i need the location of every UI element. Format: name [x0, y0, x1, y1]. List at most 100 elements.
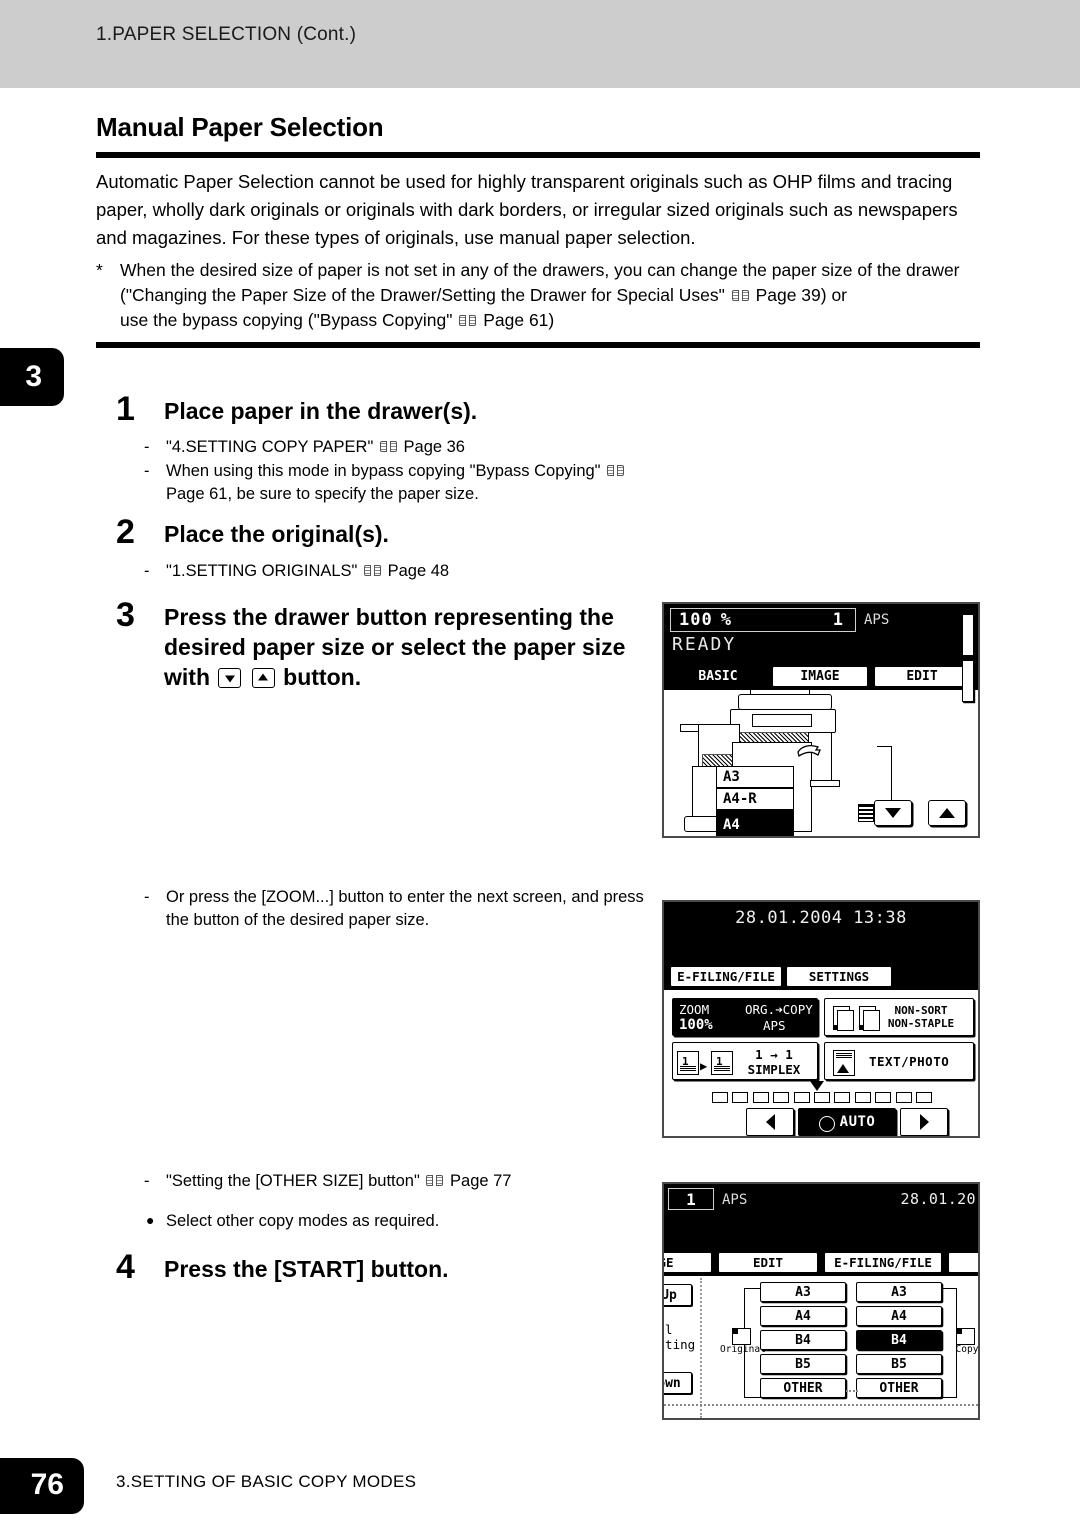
step-3-heading-line3-post: button. [283, 664, 362, 690]
tab-edit[interactable]: EDIT [874, 666, 970, 687]
copy-doc-icon [956, 1328, 975, 1345]
book-icon [731, 290, 749, 302]
lcd3-date: 28.01.20 [900, 1190, 976, 1208]
step-3-other-note: - "Setting the [OTHER SIZE] button" Page… [144, 1170, 654, 1194]
list-item: - "4.SETTING COPY PAPER" Page 36 [144, 436, 664, 459]
original-size-other[interactable]: OTHER [760, 1378, 846, 1398]
other-link-dotted [846, 1390, 858, 1392]
zoom-button-label: ZOOM [679, 1002, 710, 1017]
paper-size-arrow-keys [868, 800, 966, 826]
page-number: 76 [30, 1468, 64, 1501]
step-3-bullet-text: Select other copy modes as required. [166, 1212, 440, 1230]
note-page-ref-2: Page 61) [483, 310, 555, 330]
up-arrow-button[interactable] [928, 800, 966, 826]
copy-size-b4[interactable]: B4 [856, 1330, 942, 1350]
density-auto-label: AUTO [839, 1114, 876, 1130]
tab-image-partial[interactable]: GE [664, 1252, 712, 1273]
tab-settings[interactable]: SETTINGS [786, 966, 892, 987]
finisher-label-line1: NON-SORT [894, 1004, 948, 1017]
copy-size-b5[interactable]: B5 [856, 1354, 942, 1374]
book-icon [379, 441, 397, 453]
dash-marker: - [144, 462, 150, 480]
copy-size-other[interactable]: OTHER [856, 1378, 942, 1398]
tab-image[interactable]: IMAGE [772, 666, 868, 687]
copy-size-a3[interactable]: A3 [856, 1282, 942, 1302]
copier-adf-icon [738, 694, 832, 710]
tab-edit[interactable]: EDIT [718, 1252, 818, 1273]
zoom-percent-value: 100% [679, 1017, 713, 1033]
lcd-panel-zoom-screen: 28.01.2004 13:38 E-FILING/FILE SETTINGS … [662, 900, 980, 1138]
scroll-down-button[interactable]: own [664, 1372, 692, 1394]
step-3-zoom-line2: the button of the desired paper size. [166, 911, 430, 929]
copy-size-column: A3 A4 B4 B5 OTHER [856, 1282, 942, 1402]
lcd1-ratio-field: 100 % 1 [670, 608, 856, 632]
side-tab-upper[interactable] [962, 614, 974, 656]
page-icon-from: 1 [677, 1051, 699, 1075]
auto-circle-icon [818, 1116, 835, 1132]
step-3-heading-line3-pre: with [164, 664, 210, 690]
duplex-mode-button[interactable]: 1 ▶ 1 1 → 1 SIMPLEX [672, 1042, 818, 1080]
step-3-other-text: "Setting the [OTHER SIZE] button" [166, 1172, 420, 1190]
original-mode-label: TEXT/PHOTO [869, 1054, 950, 1069]
original-size-b5[interactable]: B5 [760, 1354, 846, 1374]
drawer-button-a4[interactable]: A4 [716, 810, 794, 836]
down-arrow-button[interactable] [874, 800, 913, 826]
step-1-note-1-page: Page 36 [403, 438, 465, 456]
density-auto-button[interactable]: AUTO [798, 1108, 896, 1136]
manual-setting-line2: etting [664, 1337, 696, 1352]
running-header-title: 1.PAPER SELECTION (Cont.) [96, 24, 357, 45]
zoom-org-label: ORG. [745, 1002, 776, 1017]
list-item: - Or press the [ZOOM...] button to enter… [144, 886, 654, 932]
lcd1-tab-row: BASIC IMAGE EDIT [664, 666, 978, 690]
original-size-a3[interactable]: A3 [760, 1282, 846, 1302]
zoom-aps-value: APS [763, 1018, 786, 1033]
copier-glass-inner-icon [752, 714, 812, 727]
original-column-label: Original [720, 1344, 766, 1355]
down-arrow-icon [218, 668, 242, 688]
tab-e-filing-file[interactable]: E-FILING/FILE [670, 966, 782, 987]
left-arrow-icon [765, 1114, 775, 1130]
lcd3-tab-row: GE EDIT E-FILING/FILE SETT [664, 1252, 978, 1276]
lcd1-status-text: READY [672, 634, 737, 655]
copy-column-label: Copy [955, 1344, 979, 1355]
lcd3-copy-count: 1 [668, 1188, 714, 1210]
lcd-panel-other-size-screen: 1 APS 28.01.20 GE EDIT E-FILING/FILE SET… [662, 1182, 980, 1420]
manual-setting-line1: ual [664, 1322, 673, 1337]
lcd1-aps-label: APS [864, 612, 890, 628]
original-size-a4[interactable]: A4 [760, 1306, 846, 1326]
step-2-notes: - "1.SETTING ORIGINALS" Page 48 [144, 560, 664, 584]
step-1-notes: - "4.SETTING COPY PAPER" Page 36 - When … [144, 436, 664, 507]
scroll-up-button[interactable]: Up [664, 1284, 692, 1306]
step-3-heading-line1: Press the drawer button representing the [164, 604, 614, 630]
density-decrease-button[interactable] [746, 1108, 794, 1136]
sheet-stack-icon-1 [833, 1006, 854, 1031]
step-3-bullet-note: ● Select other copy modes as required. [144, 1210, 654, 1233]
list-item: - "Setting the [OTHER SIZE] button" Page… [144, 1170, 654, 1193]
arrow-right-icon: ➜ [775, 1002, 783, 1017]
bullet-marker: ● [146, 1212, 155, 1228]
original-size-column: A3 A4 B4 B5 OTHER [760, 1282, 846, 1402]
zoom-button[interactable]: ZOOM ORG.➜COPY 100% APS [672, 998, 818, 1036]
step-1-note-2-cont: Page 61, be sure to specify the paper si… [166, 485, 479, 503]
finisher-label-line2: NON-STAPLE [887, 1017, 955, 1030]
book-icon [459, 315, 477, 327]
copier-bypass-tray-icon [810, 780, 840, 787]
original-mode-button[interactable]: TEXT/PHOTO [824, 1042, 974, 1080]
note-page-ref-1: Page 39) or [755, 285, 848, 305]
side-tab-lower[interactable] [962, 660, 974, 702]
density-increase-button[interactable] [900, 1108, 948, 1136]
step-2-number: 2 [116, 513, 135, 551]
tab-e-filing-file[interactable]: E-FILING/FILE [824, 1252, 942, 1273]
step-3-heading-line2: desired paper size or select the paper s… [164, 634, 626, 660]
dash-marker: - [144, 438, 150, 456]
dash-marker: - [144, 888, 150, 906]
simplex-label-line1: 1 → 1 [755, 1047, 793, 1062]
tab-settings-partial[interactable]: SETT [948, 1252, 978, 1273]
drawer-button-a3[interactable]: A3 [716, 766, 794, 788]
finisher-button[interactable]: NON-SORT NON-STAPLE [824, 998, 974, 1036]
copy-size-a4[interactable]: A4 [856, 1306, 942, 1326]
tab-basic[interactable]: BASIC [670, 666, 766, 687]
original-size-b4[interactable]: B4 [760, 1330, 846, 1350]
drawer-button-a4r[interactable]: A4-R [716, 788, 794, 810]
step-1-note-1-text: "4.SETTING COPY PAPER" [166, 438, 374, 456]
